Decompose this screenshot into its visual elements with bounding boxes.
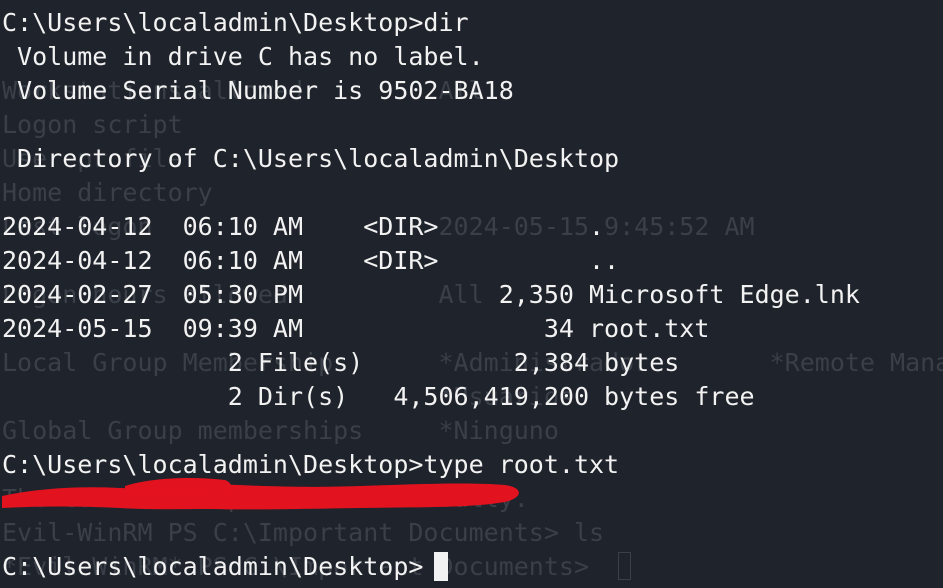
redaction-mark	[125, 478, 232, 495]
output-line: Volume in drive C has no label.	[2, 42, 484, 71]
directory-entry: 2024-04-12 06:10 AM <DIR> ..	[2, 246, 620, 275]
directory-entry: 2024-05-15 09:39 AM 34 root.txt	[2, 314, 710, 343]
file-summary: 2 File(s) 2,384 bytes	[2, 348, 680, 377]
directory-header: Directory of C:\Users\localadmin\Desktop	[2, 144, 620, 173]
command-prompt-input[interactable]: C:\Users\localadmin\Desktop>	[2, 550, 423, 584]
redaction-scribble	[2, 478, 519, 510]
dir-summary: 2 Dir(s) 4,506,419,200 bytes free	[2, 382, 755, 411]
redaction-mark	[2, 483, 519, 510]
directory-entry: 2024-04-12 06:10 AM <DIR> .	[2, 212, 605, 241]
directory-entry: 2024-02-27 05:30 PM 2,350 Microsoft Edge…	[2, 280, 860, 309]
terminal-window[interactable]: Workstations allowed All Logon script Us…	[0, 0, 943, 588]
output-line: Volume Serial Number is 9502-BA18	[2, 76, 514, 105]
text-cursor	[434, 552, 448, 581]
command-prompt-line: C:\Users\localadmin\Desktop>dir	[2, 8, 469, 37]
